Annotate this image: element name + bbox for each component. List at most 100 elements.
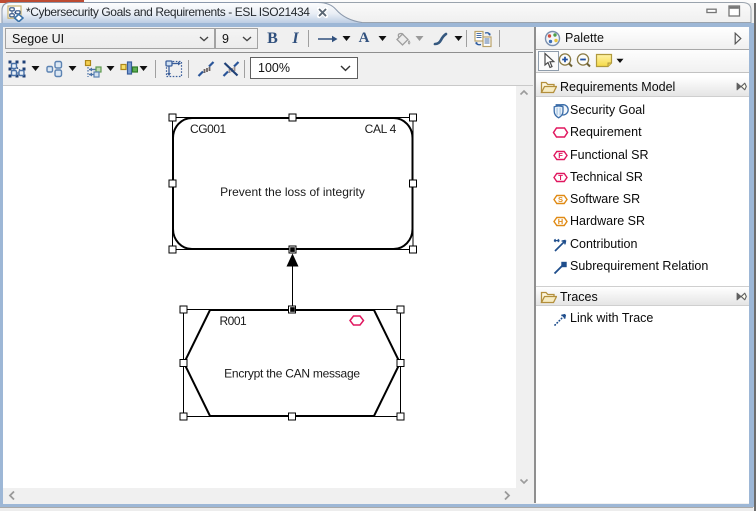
- svg-text:H: H: [558, 217, 563, 226]
- bold-button[interactable]: B: [262, 28, 283, 49]
- security-goal-shape[interactable]: [173, 118, 413, 249]
- align-icon: [84, 60, 102, 78]
- svg-text:S: S: [558, 195, 563, 204]
- requirement-shape[interactable]: [184, 310, 400, 416]
- canvas-horizontal-scrollbar[interactable]: [3, 488, 516, 503]
- functional-sr-icon: F: [552, 147, 569, 164]
- hardware-sr-icon: H: [552, 213, 569, 230]
- connection-arrowhead: [287, 254, 299, 267]
- font-color-button[interactable]: A: [353, 28, 375, 49]
- show-connector-labels-button[interactable]: [196, 59, 215, 78]
- hscroll-arrows: [3, 488, 517, 503]
- toolbar-separator: [188, 60, 189, 78]
- palette-toolbar: [536, 50, 749, 73]
- editor-window: *Cybersecurity Goals and Requirements - …: [0, 0, 756, 511]
- select-all-dropdown-icon[interactable]: [31, 65, 40, 72]
- select-all-button[interactable]: [7, 59, 26, 78]
- goal-text-label: Prevent the loss of integrity: [220, 185, 365, 199]
- pin-drawer-icon[interactable]: [735, 82, 747, 91]
- palette-item-requirement[interactable]: Requirement: [536, 121, 749, 143]
- maximize-icon[interactable]: [728, 4, 741, 18]
- drawer-requirements-model[interactable]: Requirements Model: [536, 77, 749, 97]
- note-dropdown-icon[interactable]: [616, 58, 624, 64]
- align-button[interactable]: [83, 59, 102, 78]
- palette-item-subrequirement-relation[interactable]: Subrequirement Relation: [536, 255, 749, 277]
- italic-button[interactable]: I: [285, 28, 306, 49]
- tab-title[interactable]: *Cybersecurity Goals and Requirements - …: [26, 5, 310, 20]
- zoom-combo[interactable]: 100%: [250, 57, 358, 79]
- software-sr-icon: S: [552, 191, 569, 208]
- palette-item-link-with-trace[interactable]: Link with Trace: [536, 307, 749, 329]
- note-icon: [594, 51, 614, 69]
- palette-item-label: Functional SR: [570, 148, 649, 162]
- canvas-vertical-scrollbar[interactable]: [516, 86, 533, 488]
- connection-source-handle[interactable]: [290, 247, 295, 252]
- collapse-palette-icon[interactable]: [734, 32, 742, 45]
- fill-color-dropdown-icon[interactable]: [415, 35, 424, 42]
- zoom-out-tool-button[interactable]: [574, 51, 594, 71]
- hide-connector-labels-button[interactable]: [221, 59, 240, 78]
- palette-item-functional-sr[interactable]: F Functional SR: [536, 144, 749, 166]
- font-name-combo[interactable]: Segoe UI: [5, 28, 215, 49]
- connection-target-handle[interactable]: [290, 307, 295, 312]
- palette-item-contribution[interactable]: Contribution: [536, 233, 749, 255]
- font-size-value: 9: [216, 32, 242, 46]
- font-color-dropdown-icon[interactable]: [378, 35, 387, 42]
- palette-item-label: Software SR: [570, 192, 640, 206]
- zoom-in-icon: [556, 51, 576, 71]
- fill-color-button[interactable]: [393, 28, 413, 49]
- svg-text:F: F: [558, 151, 563, 160]
- distribute-dropdown-icon[interactable]: [139, 65, 148, 72]
- requirement-type-icon: [350, 316, 364, 325]
- autosize-button[interactable]: [164, 59, 183, 78]
- copy-appearance-icon: [473, 30, 493, 48]
- folder-open-icon: [540, 289, 557, 305]
- palette-item-label: Requirement: [570, 125, 642, 139]
- line-color-dropdown-icon[interactable]: [454, 35, 463, 42]
- palette-item-hardware-sr[interactable]: H Hardware SR: [536, 210, 749, 232]
- line-color-button[interactable]: [431, 28, 451, 49]
- requirement-text-label: Encrypt the CAN message: [224, 367, 360, 381]
- diagram-editor-icon: [7, 5, 24, 22]
- subrequirement-relation-icon: [552, 258, 569, 275]
- autosize-icon: [165, 60, 183, 78]
- copy-appearance-button[interactable]: [471, 28, 495, 49]
- folder-open-icon: [540, 79, 557, 95]
- minimize-icon[interactable]: [706, 6, 718, 17]
- diagram: CG001 CAL 4 Prevent the loss of integrit…: [3, 86, 517, 488]
- diagram-canvas[interactable]: CG001 CAL 4 Prevent the loss of integrit…: [3, 86, 516, 488]
- goal-id-label: CG001: [190, 122, 227, 136]
- palette-header[interactable]: Palette: [536, 27, 749, 50]
- below-frame-strip: [0, 507, 753, 511]
- palette-item-technical-sr[interactable]: T Technical SR: [536, 166, 749, 188]
- toolbar-separator: [308, 30, 309, 47]
- font-color-glyph: A: [359, 30, 370, 47]
- select-all-icon: [8, 60, 26, 78]
- drawer-traces[interactable]: Traces: [536, 286, 749, 306]
- arrow-type-dropdown-icon[interactable]: [342, 35, 351, 42]
- zoom-in-tool-button[interactable]: [556, 51, 576, 71]
- toolbar-separator: [466, 30, 467, 47]
- pin-drawer-icon[interactable]: [735, 292, 747, 301]
- goal-cal-label: CAL 4: [365, 122, 397, 136]
- palette-item-software-sr[interactable]: S Software SR: [536, 188, 749, 210]
- diagram-canvas-area: CG001 CAL 4 Prevent the loss of integrit…: [3, 86, 536, 503]
- close-icon[interactable]: [317, 7, 329, 19]
- distribute-button[interactable]: [119, 59, 138, 78]
- format-toolbar: Segoe UI 9 B I A: [3, 27, 536, 52]
- palette-item-label: Link with Trace: [570, 311, 653, 325]
- arrow-type-button[interactable]: [315, 28, 341, 49]
- distribute-icon: [120, 60, 138, 78]
- font-size-combo[interactable]: 9: [215, 28, 258, 49]
- palette-item-security-goal[interactable]: Security Goal: [536, 99, 749, 121]
- arrange-dropdown-icon[interactable]: [68, 65, 77, 72]
- arrange-button[interactable]: [45, 59, 64, 78]
- arrow-icon: [317, 33, 339, 45]
- palette-item-label: Subrequirement Relation: [570, 259, 708, 273]
- requirement-icon: [552, 124, 569, 141]
- scrollbar-corner: [516, 488, 533, 503]
- chevron-down-icon: [340, 65, 351, 72]
- note-tool-button[interactable]: [594, 51, 614, 71]
- hide-connector-labels-icon: [222, 60, 240, 78]
- align-dropdown-icon[interactable]: [106, 65, 115, 72]
